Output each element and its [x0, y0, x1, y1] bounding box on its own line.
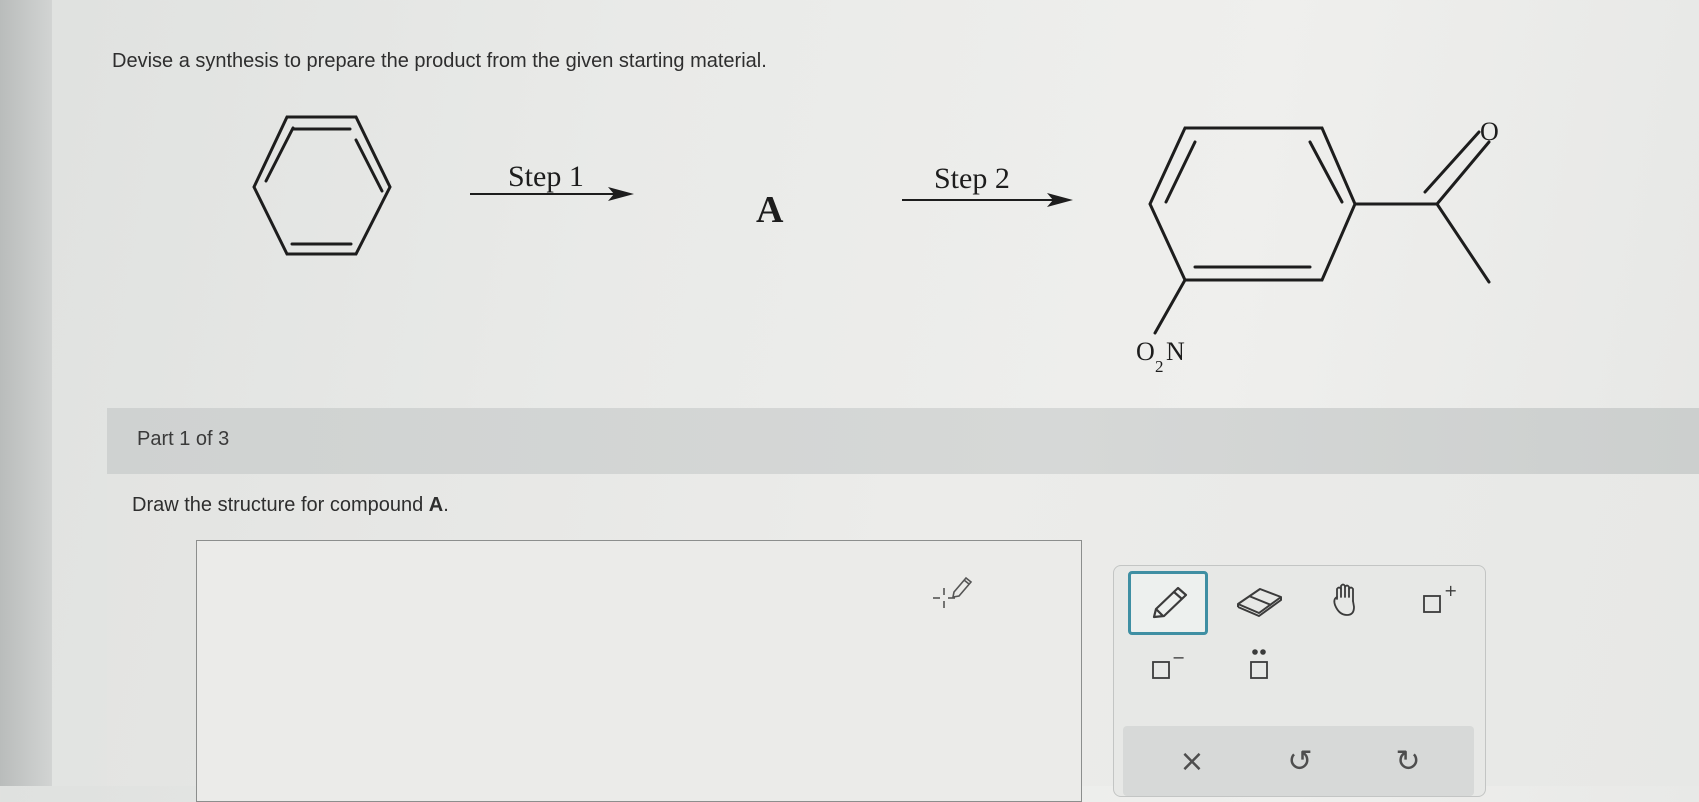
svg-text:+: + [1444, 582, 1457, 600]
prompt-compound: A [428, 494, 444, 516]
svg-text:2: 2 [1155, 357, 1164, 376]
product-structure [1148, 126, 1491, 335]
lone-pair-icon [1250, 649, 1268, 679]
crosshair-pencil-cursor-icon [933, 576, 973, 608]
svg-text:N: N [1166, 337, 1185, 366]
eraser-icon [1237, 588, 1282, 617]
question-page: Devise a synthesis to prepare the produc… [52, 0, 1699, 802]
undo-button[interactable]: ↺ [1273, 734, 1327, 788]
step2-arrow: Step 2 [902, 162, 1073, 207]
pencil-tool[interactable] [1128, 571, 1208, 635]
redo-button[interactable]: ↻ [1381, 734, 1435, 788]
starting-material-benzene [252, 115, 392, 256]
step2-label: Step 2 [934, 162, 1010, 195]
part-header: Part 1 of 3 [107, 408, 1699, 474]
intermediate-a-label: A [756, 189, 784, 231]
plus-charge-icon: + [1423, 582, 1457, 613]
hand-icon [1333, 583, 1355, 616]
svg-text:O: O [1136, 337, 1155, 366]
reaction-scheme: Step 1 A Step 2 O O 2 N [252, 115, 1499, 376]
positive-charge-tool[interactable]: + [1399, 574, 1473, 628]
prompt-period: . [443, 494, 449, 516]
step1-label: Step 1 [508, 160, 584, 193]
svg-text:−: − [1172, 648, 1185, 667]
part-prompt: Draw the structure for compound A. [132, 494, 449, 517]
drawing-toolbox: + − × ↺ ↻ [1113, 565, 1486, 797]
eraser-tool[interactable] [1222, 574, 1296, 628]
lone-pair-tool[interactable] [1222, 638, 1296, 692]
step1-arrow: Step 1 [470, 160, 634, 201]
nitro-group-label: O 2 N [1136, 337, 1185, 376]
negative-charge-tool[interactable]: − [1128, 638, 1202, 692]
part-label: Part 1 of 3 [137, 428, 230, 450]
pencil-icon [1152, 586, 1188, 619]
pan-tool[interactable] [1310, 574, 1384, 628]
prompt-text: Draw the structure for compound [132, 494, 429, 516]
carbonyl-oxygen-label: O [1480, 117, 1499, 146]
minus-charge-icon: − [1152, 648, 1185, 679]
clear-button[interactable]: × [1165, 734, 1219, 788]
left-margin [0, 0, 52, 786]
